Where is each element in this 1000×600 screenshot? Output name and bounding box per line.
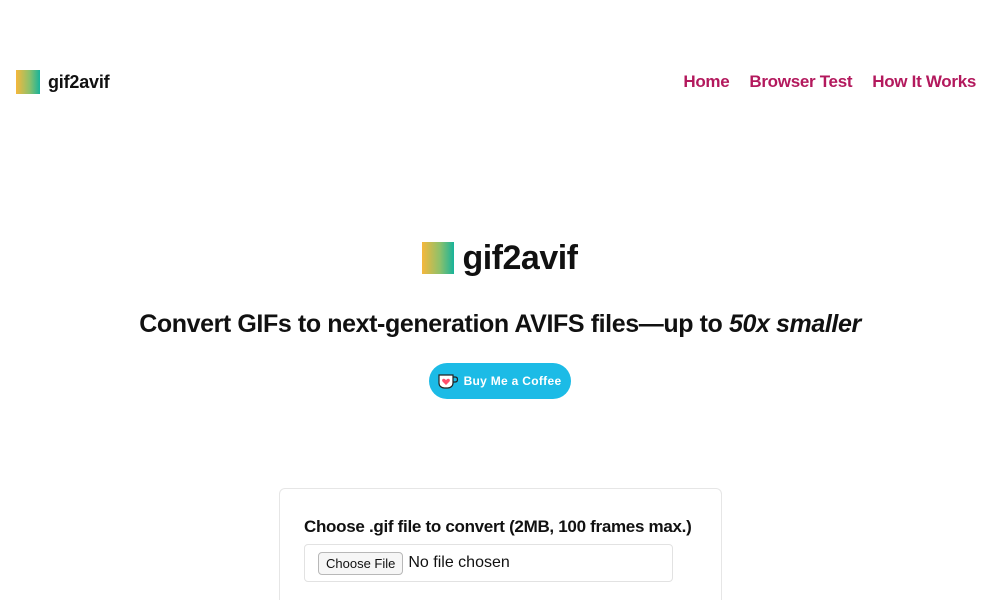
converter-card: Choose .gif file to convert (2MB, 100 fr… — [279, 488, 722, 600]
main-nav: Home Browser Test How It Works — [683, 72, 976, 92]
buy-me-a-coffee-label: Buy Me a Coffee — [463, 374, 562, 388]
nav-link-home[interactable]: Home — [683, 72, 729, 92]
buy-me-a-coffee-button[interactable]: Buy Me a Coffee — [428, 363, 572, 399]
site-header: gif2avif Home Browser Test How It Works — [0, 0, 1000, 165]
coffee-cup-heart-icon — [437, 372, 459, 390]
tagline: Convert GIFs to next-generation AVIFS fi… — [139, 310, 861, 339]
hero-section: gif2avif Convert GIFs to next-generation… — [0, 238, 1000, 399]
brand-link[interactable]: gif2avif — [16, 70, 110, 94]
file-input[interactable]: Choose File No file chosen — [304, 544, 673, 582]
nav-link-browser-test[interactable]: Browser Test — [749, 72, 852, 92]
file-status: No file chosen — [408, 554, 510, 571]
hero-title: gif2avif — [462, 238, 578, 277]
tagline-emphasis: 50x smaller — [728, 310, 861, 338]
hero-brand: gif2avif — [422, 238, 578, 277]
hero-logo-icon — [422, 242, 455, 274]
file-input-label: Choose .gif file to convert (2MB, 100 fr… — [304, 517, 692, 536]
nav-link-how-it-works[interactable]: How It Works — [872, 72, 976, 92]
logo-icon — [16, 70, 40, 94]
tagline-text: Convert GIFs to next-generation AVIFS fi… — [139, 310, 729, 338]
brand-name: gif2avif — [48, 71, 110, 92]
choose-file-button[interactable]: Choose File — [318, 551, 404, 575]
